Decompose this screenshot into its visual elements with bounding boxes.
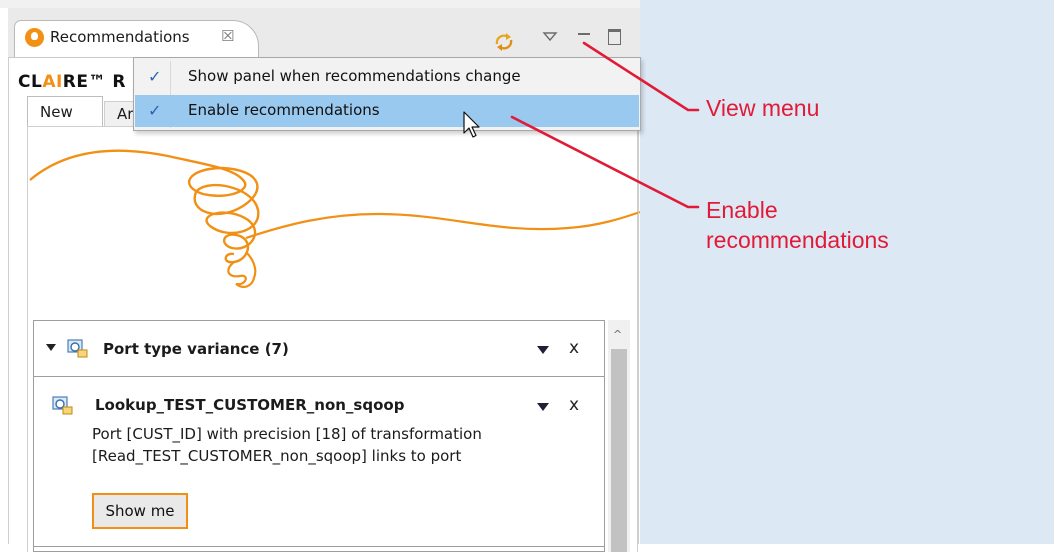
card-divider xyxy=(34,546,604,547)
annotation-view-menu: View menu xyxy=(706,95,820,121)
annotation-lines xyxy=(510,41,700,209)
annotation-enable-recommendations: Enable recommendations xyxy=(706,197,889,253)
